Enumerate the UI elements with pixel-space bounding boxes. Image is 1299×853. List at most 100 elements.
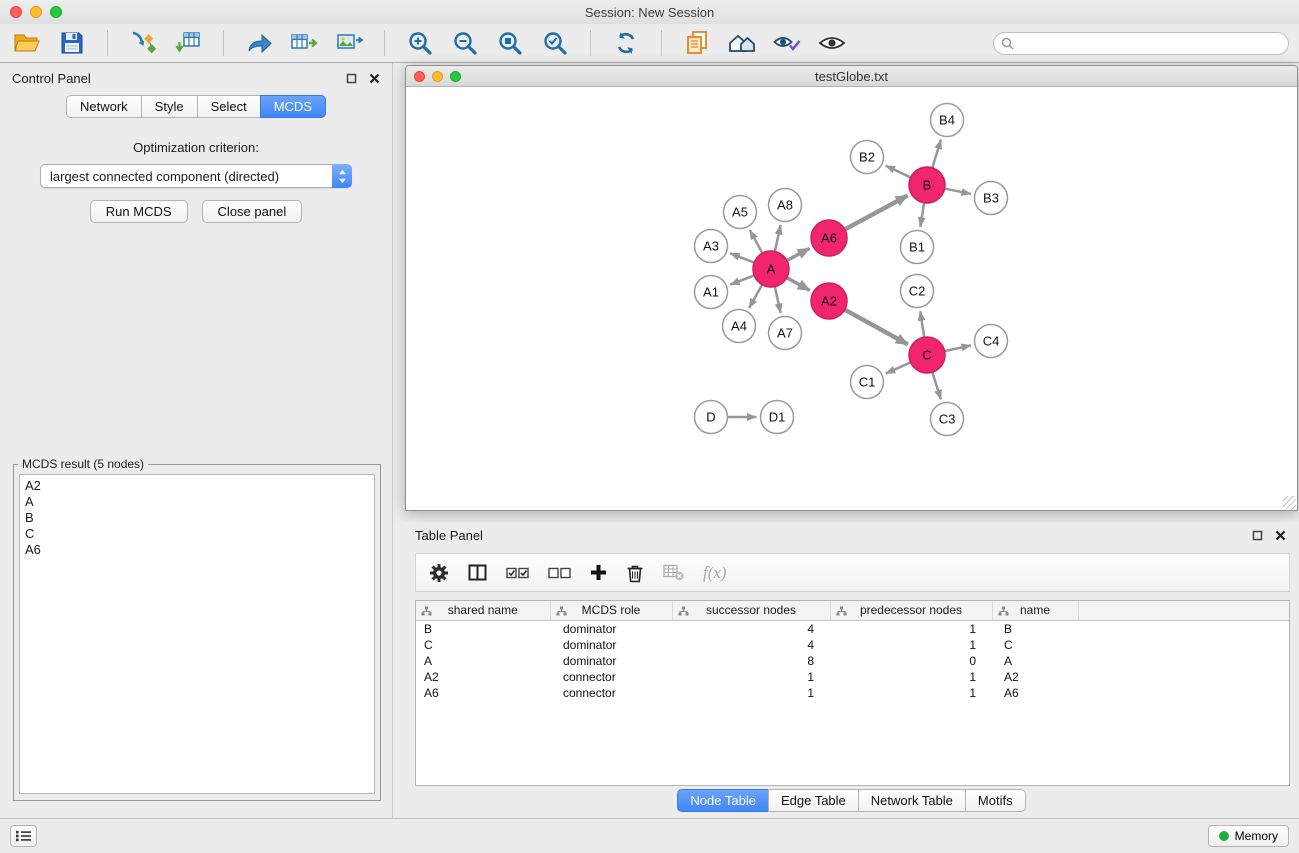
node-C4[interactable]: C4 <box>975 325 1008 358</box>
export-table-button[interactable] <box>287 28 321 58</box>
table-cell[interactable]: 1 <box>830 637 992 653</box>
node-B4[interactable]: B4 <box>931 104 964 137</box>
tab-motifs[interactable]: Motifs <box>965 789 1026 812</box>
search-input[interactable] <box>1019 36 1281 50</box>
tab-style[interactable]: Style <box>141 95 198 118</box>
node-B2[interactable]: B2 <box>851 141 884 174</box>
node-A8[interactable]: A8 <box>769 189 802 222</box>
task-list-button[interactable] <box>10 825 37 847</box>
edge-B-B2[interactable] <box>886 166 911 178</box>
table-cell[interactable]: 4 <box>672 620 830 637</box>
table-cell[interactable]: 1 <box>830 669 992 685</box>
tab-network-table[interactable]: Network Table <box>858 789 966 812</box>
edge-A-A6[interactable] <box>787 248 810 260</box>
table-cell[interactable]: 1 <box>672 669 830 685</box>
table-row[interactable]: A6connector11A6 <box>416 685 1289 701</box>
close-window-button[interactable] <box>10 6 22 18</box>
edge-A-A5[interactable] <box>750 230 763 253</box>
export-network-button[interactable] <box>242 28 276 58</box>
table-cell[interactable]: C <box>992 637 1078 653</box>
close-table-panel-icon[interactable] <box>1275 530 1286 541</box>
import-table-button[interactable] <box>171 28 205 58</box>
node-A7[interactable]: A7 <box>769 317 802 350</box>
node-B1[interactable]: B1 <box>901 231 934 264</box>
zoom-in-button[interactable] <box>403 28 437 58</box>
mcds-result-item[interactable]: A <box>25 494 369 510</box>
float-table-panel-icon[interactable] <box>1252 530 1263 541</box>
table-row[interactable]: A2connector11A2 <box>416 669 1289 685</box>
table-cell[interactable]: C <box>416 637 550 653</box>
node-A[interactable]: A <box>753 251 789 287</box>
edge-A-A4[interactable] <box>749 285 762 308</box>
network-canvas[interactable]: B4B2BB3A5A8A6B1A3AC2A1A2A4A7C4CC1C3DD1 <box>406 87 1297 510</box>
show-columns-button[interactable] <box>468 564 487 581</box>
close-panel-icon[interactable] <box>369 73 380 84</box>
maximize-network-window-button[interactable] <box>450 71 461 82</box>
select-all-button[interactable] <box>506 566 529 580</box>
apply-layout-button[interactable] <box>609 28 643 58</box>
tab-edge-table[interactable]: Edge Table <box>768 789 859 812</box>
column-header-shared-name[interactable]: shared name <box>416 601 550 620</box>
mcds-result-item[interactable]: C <box>25 526 369 542</box>
column-header-predecessor-nodes[interactable]: predecessor nodes <box>830 601 992 620</box>
edge-C-C3[interactable] <box>932 372 941 399</box>
edge-A-A8[interactable] <box>775 225 781 251</box>
node-A4[interactable]: A4 <box>723 310 756 343</box>
table-cell[interactable]: dominator <box>550 637 672 653</box>
column-header-name[interactable]: name <box>992 601 1078 620</box>
table-cell[interactable]: 1 <box>830 685 992 701</box>
table-cell[interactable]: 1 <box>830 620 992 637</box>
table-row[interactable]: Adominator80A <box>416 653 1289 669</box>
table-cell[interactable]: 0 <box>830 653 992 669</box>
node-D[interactable]: D <box>695 401 728 434</box>
edge-A-A3[interactable] <box>730 253 754 262</box>
edge-C-C4[interactable] <box>945 345 971 351</box>
table-cell[interactable]: B <box>992 620 1078 637</box>
network-graph[interactable]: B4B2BB3A5A8A6B1A3AC2A1A2A4A7C4CC1C3DD1 <box>406 87 1297 510</box>
zoom-fit-button[interactable] <box>493 28 527 58</box>
function-builder-button[interactable]: f(x) <box>703 563 727 583</box>
column-header-MCDS-role[interactable]: MCDS role <box>550 601 672 620</box>
table-row[interactable]: Bdominator41B <box>416 620 1289 637</box>
tab-node-table[interactable]: Node Table <box>677 789 769 812</box>
float-panel-icon[interactable] <box>346 73 357 84</box>
table-cell[interactable]: A2 <box>992 669 1078 685</box>
table-cell[interactable]: connector <box>550 685 672 701</box>
memory-button[interactable]: Memory <box>1208 825 1289 847</box>
open-session-button[interactable] <box>10 28 44 58</box>
edge-C-C2[interactable] <box>920 311 924 337</box>
minimize-network-window-button[interactable] <box>432 71 443 82</box>
edge-B-B4[interactable] <box>932 140 941 168</box>
node-C3[interactable]: C3 <box>931 403 964 436</box>
zoom-selected-button[interactable] <box>538 28 572 58</box>
window-resize-grip[interactable] <box>1283 496 1296 509</box>
edge-A6-B[interactable] <box>845 195 908 229</box>
node-A1[interactable]: A1 <box>695 276 728 309</box>
table-cell[interactable]: A <box>416 653 550 669</box>
node-D1[interactable]: D1 <box>761 401 794 434</box>
network-window-titlebar[interactable]: testGlobe.txt <box>406 66 1297 87</box>
mcds-result-item[interactable]: A2 <box>25 478 369 494</box>
minimize-window-button[interactable] <box>30 6 42 18</box>
close-network-window-button[interactable] <box>414 71 425 82</box>
table-cell[interactable]: connector <box>550 669 672 685</box>
node-C[interactable]: C <box>909 337 945 373</box>
maximize-window-button[interactable] <box>50 6 62 18</box>
table-settings-button[interactable] <box>429 563 449 583</box>
node-A6[interactable]: A6 <box>811 220 847 256</box>
overview-button[interactable] <box>725 28 759 58</box>
table-cell[interactable]: 1 <box>672 685 830 701</box>
table-cell[interactable]: A <box>992 653 1078 669</box>
edge-A-A1[interactable] <box>730 275 754 284</box>
tab-select[interactable]: Select <box>197 95 261 118</box>
table-cell[interactable]: A6 <box>992 685 1078 701</box>
import-network-button[interactable] <box>126 28 160 58</box>
node-A5[interactable]: A5 <box>724 196 757 229</box>
show-hide-button[interactable] <box>815 28 849 58</box>
edge-A2-C[interactable] <box>845 310 908 345</box>
edge-B-B1[interactable] <box>920 203 924 227</box>
table-cell[interactable]: A6 <box>416 685 550 701</box>
node-A3[interactable]: A3 <box>695 230 728 263</box>
node-A2[interactable]: A2 <box>811 283 847 319</box>
add-column-button[interactable] <box>590 564 607 581</box>
